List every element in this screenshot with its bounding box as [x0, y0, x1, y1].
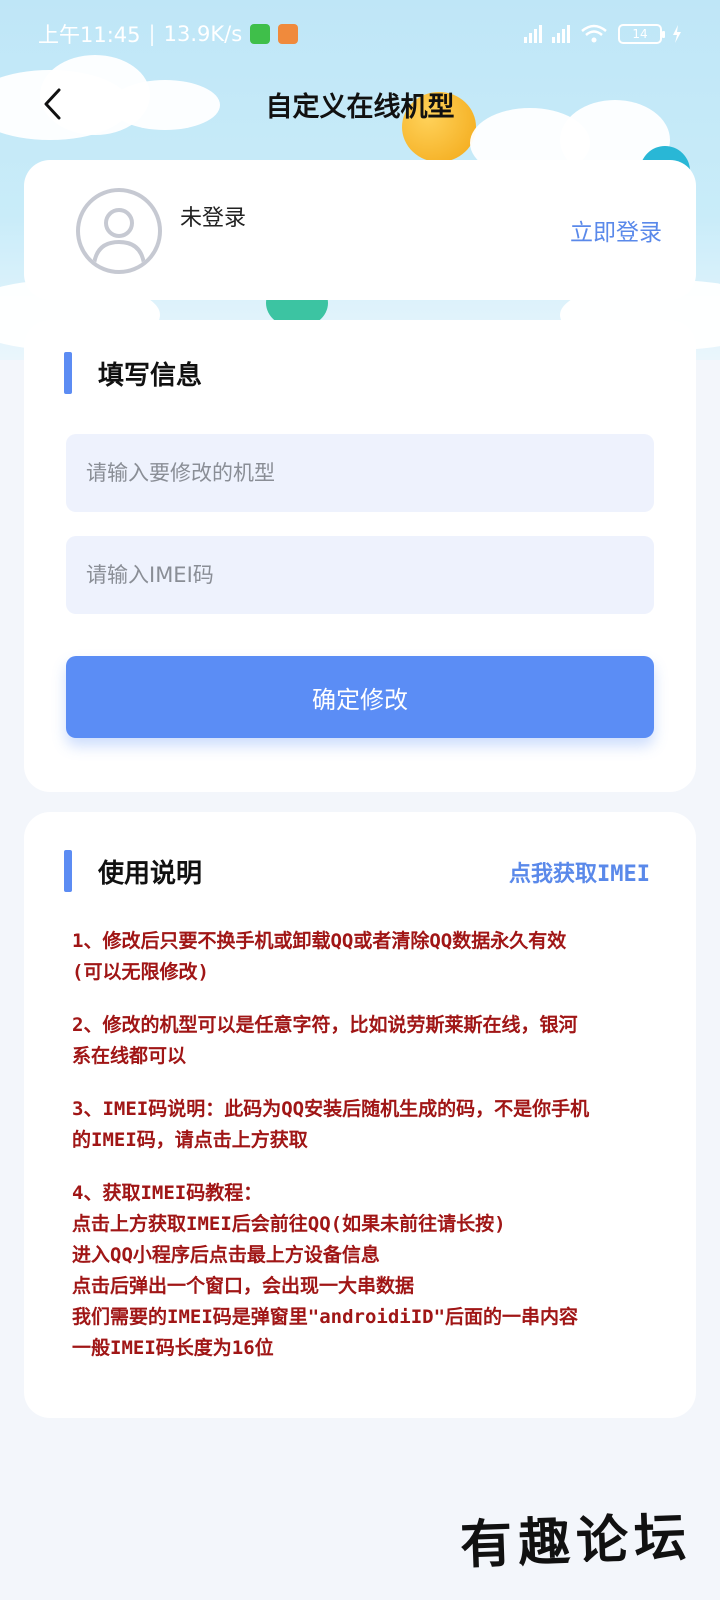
user-icon [92, 208, 146, 265]
chevron-left-icon [44, 88, 61, 120]
login-link[interactable]: 立即登录 [570, 213, 662, 247]
page-title: 自定义在线机型 [265, 91, 455, 123]
instruction-line: 我们需要的IMEI码是弹窗里"androidiID"后面的一串内容 [72, 1306, 579, 1328]
instruction-line: (可以无限修改) [72, 961, 209, 983]
instruction-line: 1、修改后只要不换手机或卸载QQ或者清除QQ数据永久有效 [72, 930, 567, 952]
battery-level: 14 [632, 27, 648, 41]
section-accent-bar [64, 352, 72, 394]
status-time: 上午11:45 [38, 23, 141, 47]
wifi-icon [581, 24, 607, 43]
watermark: 有趣论坛 [459, 1506, 694, 1577]
battery-icon: 14 [618, 24, 665, 44]
form-section-header: 填写信息 [64, 352, 202, 394]
section-accent-bar [64, 850, 72, 892]
instruction-line: 进入QQ小程序后点击最上方设备信息 [72, 1244, 380, 1266]
nav-bar: 自定义在线机型 [0, 72, 720, 136]
charging-app-icon [250, 24, 271, 44]
avatar[interactable] [76, 188, 162, 274]
help-card: 使用说明 点我获取IMEI 1、修改后只要不换手机或卸载QQ或者清除QQ数据永久… [24, 812, 696, 1418]
status-bar: 上午11:45 | 13.9K/s 14 [0, 0, 720, 68]
taobao-app-icon [278, 24, 299, 44]
user-card: 未登录 立即登录 [24, 160, 696, 300]
charging-icon [673, 25, 681, 43]
instruction-item: 4、获取IMEI码教程： 点击上方获取IMEI后会前往QQ(如果未前往请长按) … [72, 1178, 662, 1364]
help-section-title: 使用说明 [98, 858, 203, 889]
instruction-item: 2、修改的机型可以是任意字符，比如说劳斯莱斯在线，银河 系在线都可以 [72, 1010, 662, 1072]
status-network-speed: 13.9K/s [163, 22, 243, 46]
imei-input[interactable] [66, 536, 654, 614]
instruction-item: 3、IMEI码说明：此码为QQ安装后随机生成的码，不是你手机 的IMEI码，请点… [72, 1094, 662, 1156]
back-button[interactable] [30, 82, 74, 126]
instruction-line: 4、获取IMEI码教程： [72, 1182, 263, 1204]
help-section-header: 使用说明 [64, 850, 202, 892]
instruction-line: 系在线都可以 [72, 1045, 187, 1067]
instruction-line: 点击上方获取IMEI后会前往QQ(如果未前往请长按) [72, 1213, 506, 1235]
form-section-title: 填写信息 [98, 360, 203, 391]
signal-icon [524, 25, 542, 43]
instruction-line: 2、修改的机型可以是任意字符，比如说劳斯莱斯在线，银河 [72, 1014, 578, 1036]
instruction-item: 1、修改后只要不换手机或卸载QQ或者清除QQ数据永久有效 (可以无限修改) [72, 926, 662, 988]
confirm-modify-button[interactable]: 确定修改 [66, 656, 654, 738]
user-name: 未登录 [180, 206, 247, 231]
form-card: 填写信息 确定修改 [24, 320, 696, 792]
instructions-list: 1、修改后只要不换手机或卸载QQ或者清除QQ数据永久有效 (可以无限修改) 2、… [72, 926, 662, 1386]
instruction-line: 一般IMEI码长度为16位 [72, 1337, 274, 1359]
model-input[interactable] [66, 434, 654, 512]
instruction-line: 的IMEI码，请点击上方获取 [72, 1129, 308, 1151]
get-imei-link[interactable]: 点我获取IMEI [509, 856, 650, 888]
instruction-line: 点击后弹出一个窗口，会出现一大串数据 [72, 1275, 415, 1297]
signal-icon-2 [552, 25, 570, 43]
instruction-line: 3、IMEI码说明：此码为QQ安装后随机生成的码，不是你手机 [72, 1098, 590, 1120]
